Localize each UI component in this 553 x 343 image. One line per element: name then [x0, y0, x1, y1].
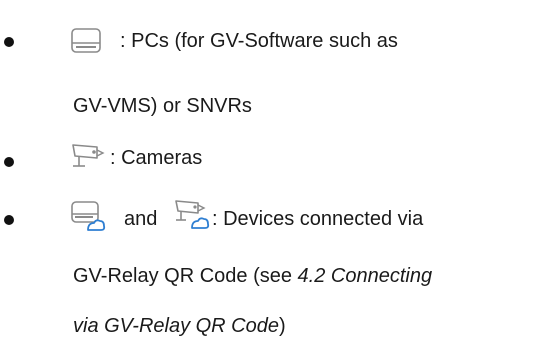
and-connector: and	[124, 208, 158, 230]
bullet-dot	[4, 37, 14, 47]
item-2-line-1: : Cameras	[110, 147, 203, 169]
bullet-dot	[4, 215, 14, 225]
item-3-line-2: GV-Relay QR Code (see 4.2 Connecting	[73, 264, 432, 288]
item-1-line-1: : PCs (for GV-Software such as	[120, 30, 398, 52]
camera-relay-icon	[172, 198, 212, 230]
pc-icon	[70, 27, 102, 55]
item-1-line-2: GV-VMS) or SNVRs	[73, 95, 252, 117]
item-3-closing-paren: )	[279, 315, 286, 337]
camera-icon	[69, 141, 107, 169]
item-3-line-2-text: GV-Relay QR Code (see	[73, 265, 298, 287]
item-3-reference-part-1: 4.2 Connecting	[297, 265, 433, 287]
pc-relay-icon	[70, 200, 106, 232]
item-3-line-1: : Devices connected via	[212, 208, 424, 230]
bullet-dot	[4, 157, 14, 167]
bullet-list: : PCs (for GV-Software such as GV-VMS) o…	[0, 0, 553, 343]
item-3-reference-part-2: via GV-Relay QR Code	[73, 315, 279, 337]
item-3-line-3: via GV-Relay QR Code)	[73, 314, 286, 338]
